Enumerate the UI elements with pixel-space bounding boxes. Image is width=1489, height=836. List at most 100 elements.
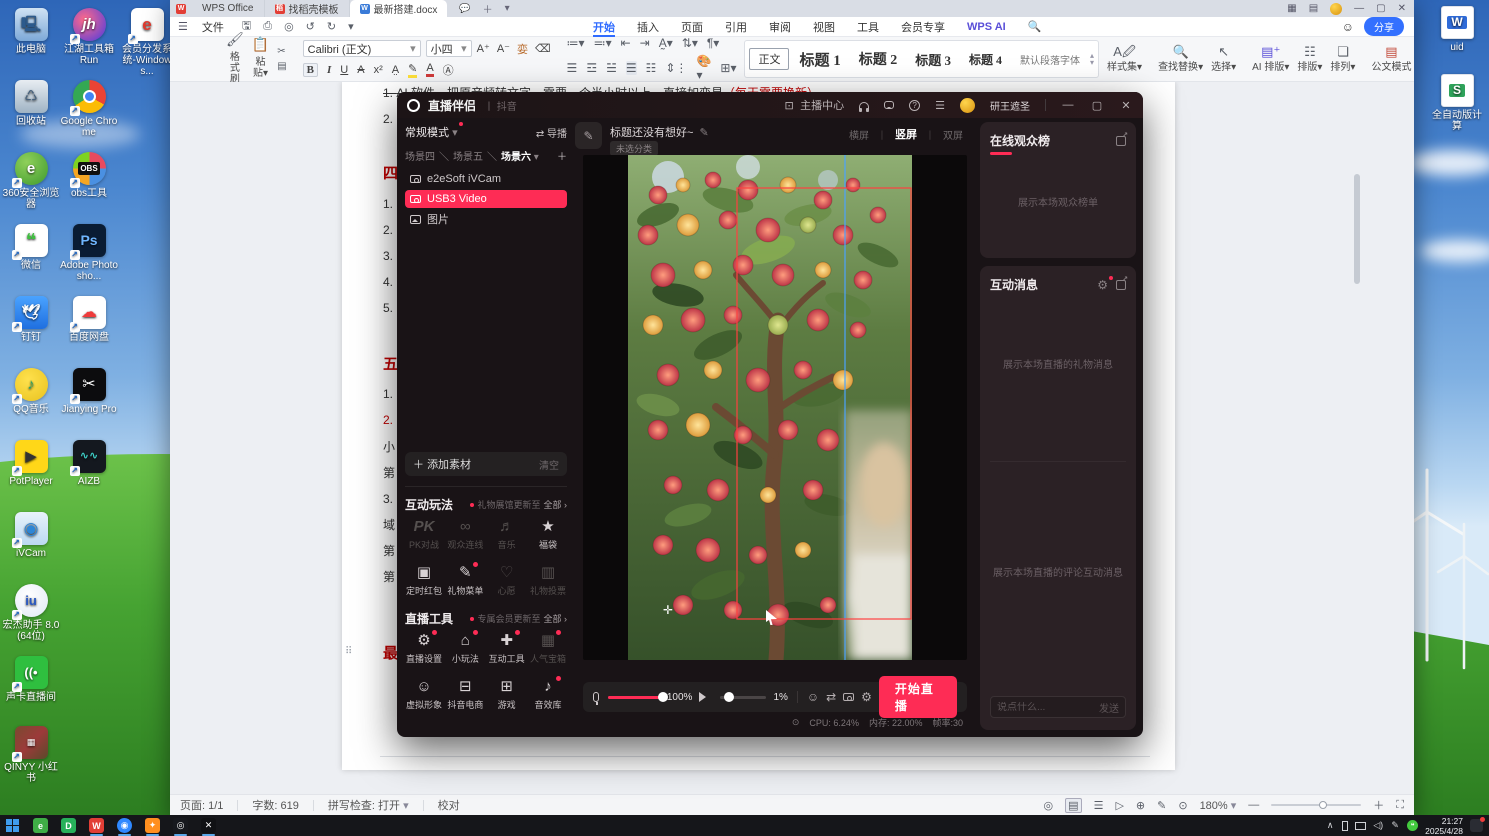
desktop-icon-potplayer[interactable]: ▶ ↗ PotPlayer: [2, 440, 60, 487]
popout-icon[interactable]: [1116, 275, 1128, 290]
desktop-icon-photoshop[interactable]: Ps ↗ Adobe Photosho...: [60, 224, 118, 282]
more-icon[interactable]: ▾: [348, 20, 354, 33]
tray-wechat-icon[interactable]: ❝: [1407, 820, 1419, 831]
desktop-icon-aizb[interactable]: ∿∿ ↗ AIZB: [60, 440, 118, 487]
menu-home[interactable]: 开始: [583, 19, 625, 37]
edit-title-button[interactable]: ✎: [575, 122, 602, 149]
taskbar-obs-icon[interactable]: ◎: [173, 818, 188, 836]
wps-close-icon[interactable]: ✕: [1398, 3, 1406, 14]
text-direction-icon[interactable]: A̰▾: [659, 36, 673, 50]
taskbar-green-app-icon[interactable]: e: [33, 818, 48, 833]
find-replace-button[interactable]: 🔍 查找替换▾: [1158, 45, 1203, 73]
mic-volume-slider[interactable]: [608, 691, 669, 702]
desktop-icon-calc-sheet[interactable]: S 全自动版计算: [1428, 74, 1486, 132]
message-input[interactable]: [997, 701, 1093, 713]
fit-page-icon[interactable]: ⊙: [1178, 799, 1187, 812]
play-timed-redpacket[interactable]: ▣ 定时红包: [405, 562, 443, 597]
justify-icon[interactable]: ☰: [625, 61, 637, 75]
ime-pen-icon[interactable]: ✎: [1390, 820, 1400, 831]
desktop-icon-dingtalk[interactable]: 🕊 ↗ 钉钉: [2, 296, 60, 343]
tab-document[interactable]: W 最新搭建.docx: [349, 0, 448, 17]
arrange-button[interactable]: ❏ 排列▾: [1330, 45, 1355, 73]
layout-portrait[interactable]: 竖屏: [895, 126, 917, 142]
workspace-icon[interactable]: ▤: [1309, 3, 1318, 14]
camera-settings-icon[interactable]: [843, 693, 855, 701]
select-button[interactable]: ↖ 选择▾: [1211, 45, 1236, 73]
ai-typeset-button[interactable]: ▤⁺ AI 排版▾: [1252, 45, 1289, 73]
anchor-center-button[interactable]: ⊡ 主播中心: [782, 97, 845, 113]
hamburger-icon[interactable]: ☰: [170, 20, 192, 33]
speaker-icon[interactable]: [699, 692, 712, 702]
source-image[interactable]: 图片: [405, 210, 567, 228]
play-slides-icon[interactable]: ▷: [1115, 799, 1123, 812]
border-icon[interactable]: ⊞▾: [720, 61, 736, 75]
align-left-icon[interactable]: ☰: [567, 61, 578, 75]
source-ivcam[interactable]: e2eSoft iVCam: [405, 170, 567, 188]
feedback-chat-icon[interactable]: [884, 101, 895, 109]
fullscreen-icon[interactable]: ⛶: [1396, 799, 1404, 812]
style-default-font[interactable]: 默认段落字体: [1012, 50, 1088, 69]
tool-live-settings[interactable]: ⚙ 直播设置: [405, 630, 443, 665]
apps-grid-icon[interactable]: ▦: [1287, 3, 1296, 14]
zoom-level[interactable]: 180% ▾: [1200, 799, 1237, 812]
preview-icon[interactable]: ◎: [284, 20, 294, 33]
preview-canvas[interactable]: ✛: [583, 155, 967, 660]
tab-wps-office[interactable]: WPS Office: [192, 0, 265, 17]
font-size-select[interactable]: 小四 ▾: [425, 40, 472, 57]
desktop-icon-voice-live[interactable]: ((• ↗ 声卡直播间: [2, 656, 60, 703]
status-proofread[interactable]: 校对: [438, 797, 460, 813]
zoom-out-icon[interactable]: —: [1248, 799, 1259, 811]
category-badge[interactable]: 未选分类: [610, 141, 659, 156]
popout-icon[interactable]: [1116, 131, 1128, 146]
zoom-in-icon[interactable]: ＋: [1373, 797, 1384, 813]
share-button[interactable]: ▾分享: [1364, 17, 1404, 36]
zoom-slider[interactable]: [1271, 801, 1362, 809]
status-spellcheck[interactable]: 拼写检查: 打开 ▾: [328, 797, 409, 813]
paragraph-drag-handle-icon[interactable]: ⠿: [345, 646, 352, 657]
number-list-icon[interactable]: ≕▾: [594, 36, 612, 50]
tool-mini-play[interactable]: ⌂ 小玩法: [446, 630, 484, 665]
style-normal[interactable]: 正文: [749, 48, 790, 70]
web-layout-icon[interactable]: ⊕: [1136, 799, 1145, 812]
align-center-icon[interactable]: ☲: [586, 61, 597, 75]
tool-interact-tools[interactable]: ✚ 互动工具: [488, 630, 526, 665]
title-edit-icon[interactable]: ✎: [699, 126, 708, 139]
desktop-icon-jianying[interactable]: ✂ ↗ Jianying Pro: [60, 368, 118, 415]
format-painter-button[interactable]: 🖌 格式刷: [226, 32, 244, 85]
outline-view-icon[interactable]: ☰: [1094, 799, 1104, 812]
taskbar-live-companion-icon[interactable]: ◉: [117, 818, 132, 836]
font-family-select[interactable]: Calibri (正文) ▾: [302, 40, 421, 57]
headset-support-icon[interactable]: [859, 101, 870, 112]
wps-maximize-icon[interactable]: ▢: [1376, 3, 1385, 14]
desktop-icon-hongjie[interactable]: iu ↗ 宏杰助手 8.0(64位): [2, 584, 60, 642]
read-mode-icon[interactable]: ◎: [1044, 799, 1054, 812]
send-button[interactable]: 发送: [1099, 700, 1119, 715]
decrease-font-icon[interactable]: A⁻: [497, 42, 510, 55]
cut-icon[interactable]: ✂: [277, 46, 286, 57]
para-mark-icon[interactable]: ¶▾: [707, 36, 719, 50]
undo-icon[interactable]: ↺: [306, 20, 315, 33]
volume-icon[interactable]: ◁): [1373, 820, 1383, 831]
bullet-list-icon[interactable]: ≔▾: [567, 36, 585, 50]
mode-select[interactable]: 常规模式 ▾: [405, 122, 463, 140]
speaker-volume-slider[interactable]: [720, 691, 767, 702]
font-color-icon[interactable]: A: [426, 62, 434, 77]
play-wish[interactable]: ♡ 心愿: [488, 562, 526, 597]
start-live-button[interactable]: 开始直播: [878, 676, 958, 718]
clear-format-icon[interactable]: ⌫: [535, 42, 551, 55]
underline-icon[interactable]: U: [340, 64, 348, 76]
align-right-icon[interactable]: ☱: [606, 61, 617, 75]
official-doc-mode-button[interactable]: ▤ 公文模式: [1371, 45, 1411, 73]
tab-list-icon[interactable]: ▾: [505, 3, 510, 14]
tool-games[interactable]: ⊞ 游戏: [488, 676, 526, 711]
director-button[interactable]: ⇄ 导播: [536, 125, 567, 140]
account-avatar[interactable]: [1330, 2, 1343, 15]
play-pk-battle[interactable]: PK PK对战: [405, 516, 443, 551]
mirror-flip-icon[interactable]: ⇄: [826, 690, 836, 704]
tab-docer-template[interactable]: 稻找稻壳模板: [265, 0, 350, 17]
distribute-icon[interactable]: ☷: [646, 61, 657, 75]
play-gift-vote[interactable]: ▥ 礼物投票: [529, 562, 567, 597]
message-settings-icon[interactable]: ⚙: [1097, 275, 1113, 292]
edit-mode-icon[interactable]: ✎: [1157, 799, 1166, 812]
style-set-button[interactable]: A🖉 样式集▾: [1107, 45, 1142, 73]
